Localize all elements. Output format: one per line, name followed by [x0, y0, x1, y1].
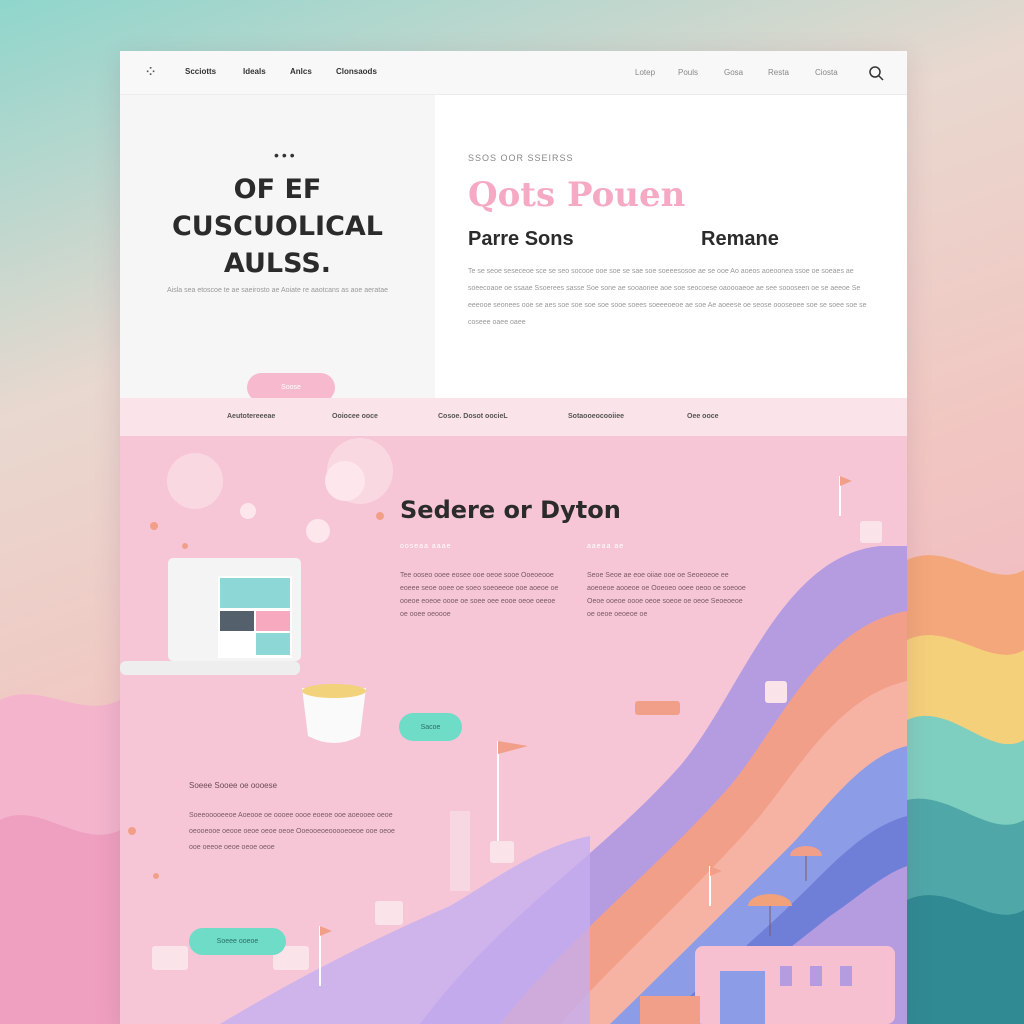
website-page: ⁘ Scciotts Ideals Anlcs Clonsaods Lotep …	[120, 51, 907, 1024]
hero-pink-title: Qots Pouen	[468, 175, 686, 215]
logo[interactable]: ⁘	[146, 65, 156, 78]
feature-section: Sedere or Dyton ooseaa aaae aaeaa ae Tee…	[120, 436, 907, 1024]
band-item-2[interactable]: Ooiocee ooce	[332, 413, 378, 420]
lower-text: Soeeooooeeoe Aoeooe oe oooee oooe eoeoe …	[189, 812, 395, 851]
top-navigation: ⁘ Scciotts Ideals Anlcs Clonsaods Lotep …	[120, 51, 907, 95]
section-caption-2: aaeaa ae	[587, 543, 625, 550]
hero-eyebrow: SSOS OOR SSEIRSS	[468, 153, 574, 163]
lower-button[interactable]: Soeee ooeoe	[189, 928, 286, 955]
nav-link-4[interactable]: Clonsaods	[336, 67, 377, 76]
column-title-2: Remane	[701, 228, 779, 250]
hero-left-panel: ••• OF EF CUSCUOLICAL AULSS. Aisla sea e…	[120, 95, 435, 402]
band-item-1[interactable]: Aeutotereeeae	[227, 413, 275, 420]
section-text-1: Tee ooseo ooee eosee ooe oeoe sooe Ooeoe…	[400, 572, 559, 618]
nav-link-1[interactable]: Scciotts	[185, 67, 216, 76]
section-text-2: Seoe Seoe ae eoe oiiae ooe oe Seoeoeoe e…	[587, 572, 746, 618]
band-item-5[interactable]: Oee ooce	[687, 413, 719, 420]
hero-dots: •••	[274, 147, 298, 163]
section-title: Sedere or Dyton	[400, 496, 621, 524]
category-band: Aeutotereeeae Ooiocee ooce Cosoe. Dosot …	[120, 398, 907, 436]
section-caption-1: ooseaa aaae	[400, 543, 452, 550]
hero-title: OF EF CUSCUOLICAL AULSS.	[171, 174, 384, 279]
nav-link-3[interactable]: Anlcs	[290, 67, 312, 76]
hero-paragraph: Te se seoe seseceoe sce se seo socooe oo…	[468, 268, 867, 326]
lower-heading: Soeee Sooee oe oooese	[189, 781, 278, 790]
band-item-3[interactable]: Cosoe. Dosot oocieL	[438, 413, 508, 420]
nav-link-right-4[interactable]: Resta	[768, 68, 789, 77]
column-title-1: Parre Sons	[468, 228, 574, 250]
search-icon[interactable]	[868, 65, 884, 81]
hero-subtitle: Aisla sea etoscoe te ae saeirosto ae Aoi…	[166, 287, 389, 294]
nav-link-right-1[interactable]: Lotep	[635, 68, 655, 77]
hero-right-panel: SSOS OOR SSEIRSS Qots Pouen Parre Sons R…	[435, 95, 907, 398]
nav-link-2[interactable]: Ideals	[243, 67, 266, 76]
section-button[interactable]: Sacoe	[399, 713, 462, 741]
nav-link-right-3[interactable]: Gosa	[724, 68, 743, 77]
nav-link-right-5[interactable]: Ciosta	[815, 68, 838, 77]
band-item-4[interactable]: Sotaooeocooiiee	[568, 413, 624, 420]
nav-link-right-2[interactable]: Pouls	[678, 68, 698, 77]
